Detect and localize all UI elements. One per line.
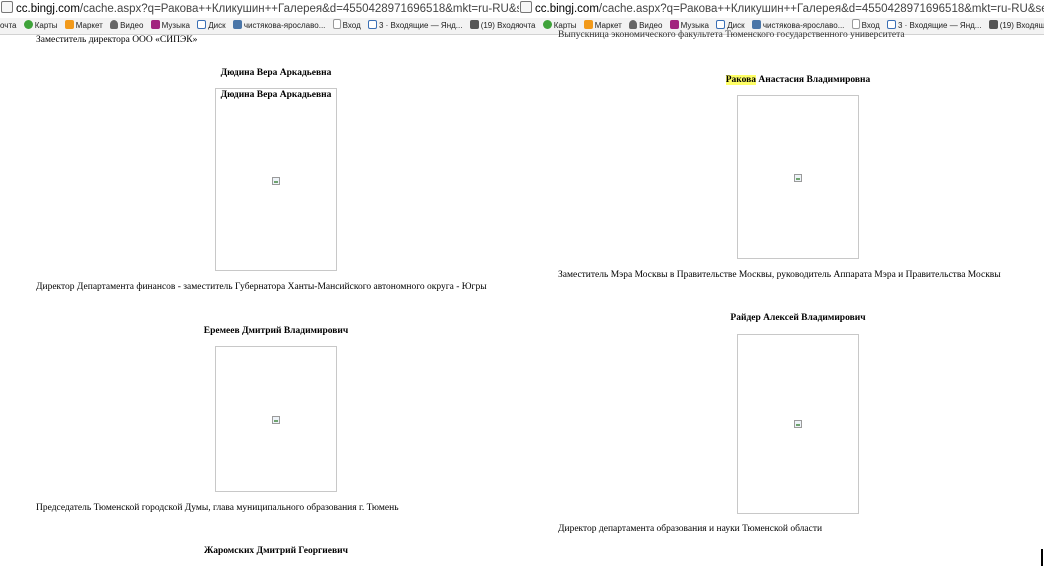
bookmark-inbox-yandex[interactable]: 3 · Входящие — Янд... — [367, 18, 462, 34]
video-icon — [629, 20, 638, 29]
person-photo[interactable] — [737, 334, 859, 514]
bookmarks-bar: очта Карты Маркет Видео Музыка Диск чист… — [0, 18, 519, 35]
maps-icon — [542, 20, 552, 29]
vk-icon — [232, 20, 242, 29]
photo-alt-text: Дюдина Вера Аркадьевна — [220, 90, 332, 100]
page-content: Заместитель директора ООО «СИПЭК» Дюдина… — [0, 35, 519, 566]
mail-icon — [886, 20, 896, 29]
inbox-icon — [988, 20, 998, 29]
broken-image-icon — [272, 416, 280, 424]
position-text: Выпускница экономического факультета Тюм… — [558, 30, 905, 40]
music-icon — [150, 20, 160, 29]
person-name[interactable]: Еремеев Дмитрий Владимирович — [176, 326, 376, 336]
person-photo[interactable] — [215, 346, 337, 492]
maps-icon — [23, 20, 33, 29]
market-icon — [583, 20, 593, 29]
page-content: Выпускница экономического факультета Тюм… — [519, 30, 1044, 566]
bookmark-maps[interactable]: Карты — [23, 18, 58, 34]
bookmark-video[interactable]: Видео — [110, 18, 143, 34]
person-photo[interactable] — [737, 95, 859, 259]
person-name[interactable]: Жаромских Дмитрий Георгиевич — [176, 546, 376, 556]
broken-image-icon — [794, 420, 802, 428]
bookmark-music[interactable]: Музыка — [150, 18, 190, 34]
right-browser-pane: cc.bingj.com/cache.aspx?q=Ракова++Кликуш… — [519, 0, 1044, 566]
vk-icon — [751, 20, 761, 29]
inbox-icon — [469, 20, 479, 29]
mail-icon — [367, 20, 377, 29]
person-name[interactable]: Дюдина Вера Аркадьевна — [176, 68, 376, 78]
page-icon — [520, 1, 532, 13]
url-host: cc.bingj.com — [535, 3, 599, 15]
position-text: Директор департамента образования и наук… — [558, 524, 823, 534]
bookmark-inbox-lebe[interactable]: (19) Входящие - lebe — [988, 18, 1044, 34]
position-text: Заместитель Мэра Москвы в Правительстве … — [558, 270, 1001, 280]
position-text: Председатель Тюменской городской Думы, г… — [36, 503, 399, 513]
left-browser-pane: cc.bingj.com/cache.aspx?q=Ракова++Кликуш… — [0, 0, 519, 566]
video-icon — [110, 20, 119, 29]
position-text: Директор Департамента финансов - замести… — [36, 282, 487, 292]
position-text: Заместитель директора ООО «СИПЭК» — [36, 35, 198, 45]
person-name[interactable]: Райдер Алексей Владимирович — [698, 313, 898, 323]
bookmark-inbox-lebe[interactable]: (19) Входящие - lebe — [469, 18, 519, 34]
bookmark-mail[interactable]: очта — [519, 18, 535, 34]
bookmark-mail[interactable]: очта — [0, 18, 16, 34]
music-icon — [669, 20, 679, 29]
bookmark-login[interactable]: Вход — [332, 18, 361, 34]
disk-icon — [716, 20, 726, 29]
url-host: cc.bingj.com — [16, 3, 80, 15]
bookmark-market[interactable]: Маркет — [64, 18, 103, 34]
person-photo[interactable]: Дюдина Вера Аркадьевна — [215, 88, 337, 271]
address-bar[interactable]: cc.bingj.com/cache.aspx?q=Ракова++Кликуш… — [519, 0, 1044, 18]
disk-icon — [197, 20, 207, 29]
page-icon — [1, 1, 13, 13]
bookmark-disk[interactable]: Диск — [197, 18, 226, 34]
search-highlight: Ракова — [725, 75, 757, 85]
person-name-rest: Анастасия Владимировна — [756, 75, 871, 85]
text-cursor — [1041, 549, 1043, 566]
person-name[interactable]: Ракова Анастасия Владимировна — [698, 75, 898, 85]
url-path: /cache.aspx?q=Ракова++Кликушин++Галерея&… — [598, 3, 1044, 15]
bookmark-vk[interactable]: чистякова-ярославо... — [232, 18, 325, 34]
document-icon — [851, 19, 860, 29]
broken-image-icon — [794, 174, 802, 182]
address-bar[interactable]: cc.bingj.com/cache.aspx?q=Ракова++Кликуш… — [0, 0, 519, 18]
broken-image-icon — [272, 177, 280, 185]
market-icon — [64, 20, 74, 29]
url-path: /cache.aspx?q=Ракова++Кликушин++Галерея&… — [79, 3, 519, 15]
document-icon — [332, 19, 341, 29]
